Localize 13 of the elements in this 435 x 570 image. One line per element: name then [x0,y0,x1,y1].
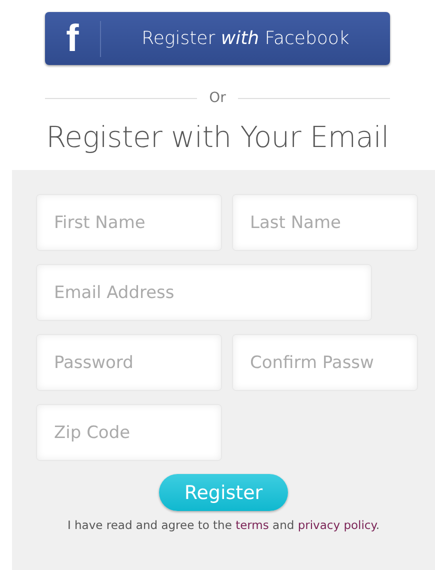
input-field[interactable]: Password [36,334,222,391]
divider-label: Or [209,90,226,106]
facebook-register-button[interactable]: f Register with Facebook [45,12,390,65]
section-heading: Register with Your Email [46,120,389,154]
facebook-logo-icon: f [45,20,100,58]
privacy-policy-link[interactable]: privacy policy [298,518,376,532]
input-field[interactable]: Confirm Passw [232,334,418,391]
terms-link[interactable]: terms [236,518,269,532]
input-field[interactable]: First Name [36,194,222,251]
input-field[interactable]: Zip Code [36,404,222,461]
agreement-text: I have read and agree to the terms and privacy policy. [67,518,380,532]
input-field[interactable]: Email Address [36,264,372,321]
input-field[interactable]: Last Name [232,194,418,251]
